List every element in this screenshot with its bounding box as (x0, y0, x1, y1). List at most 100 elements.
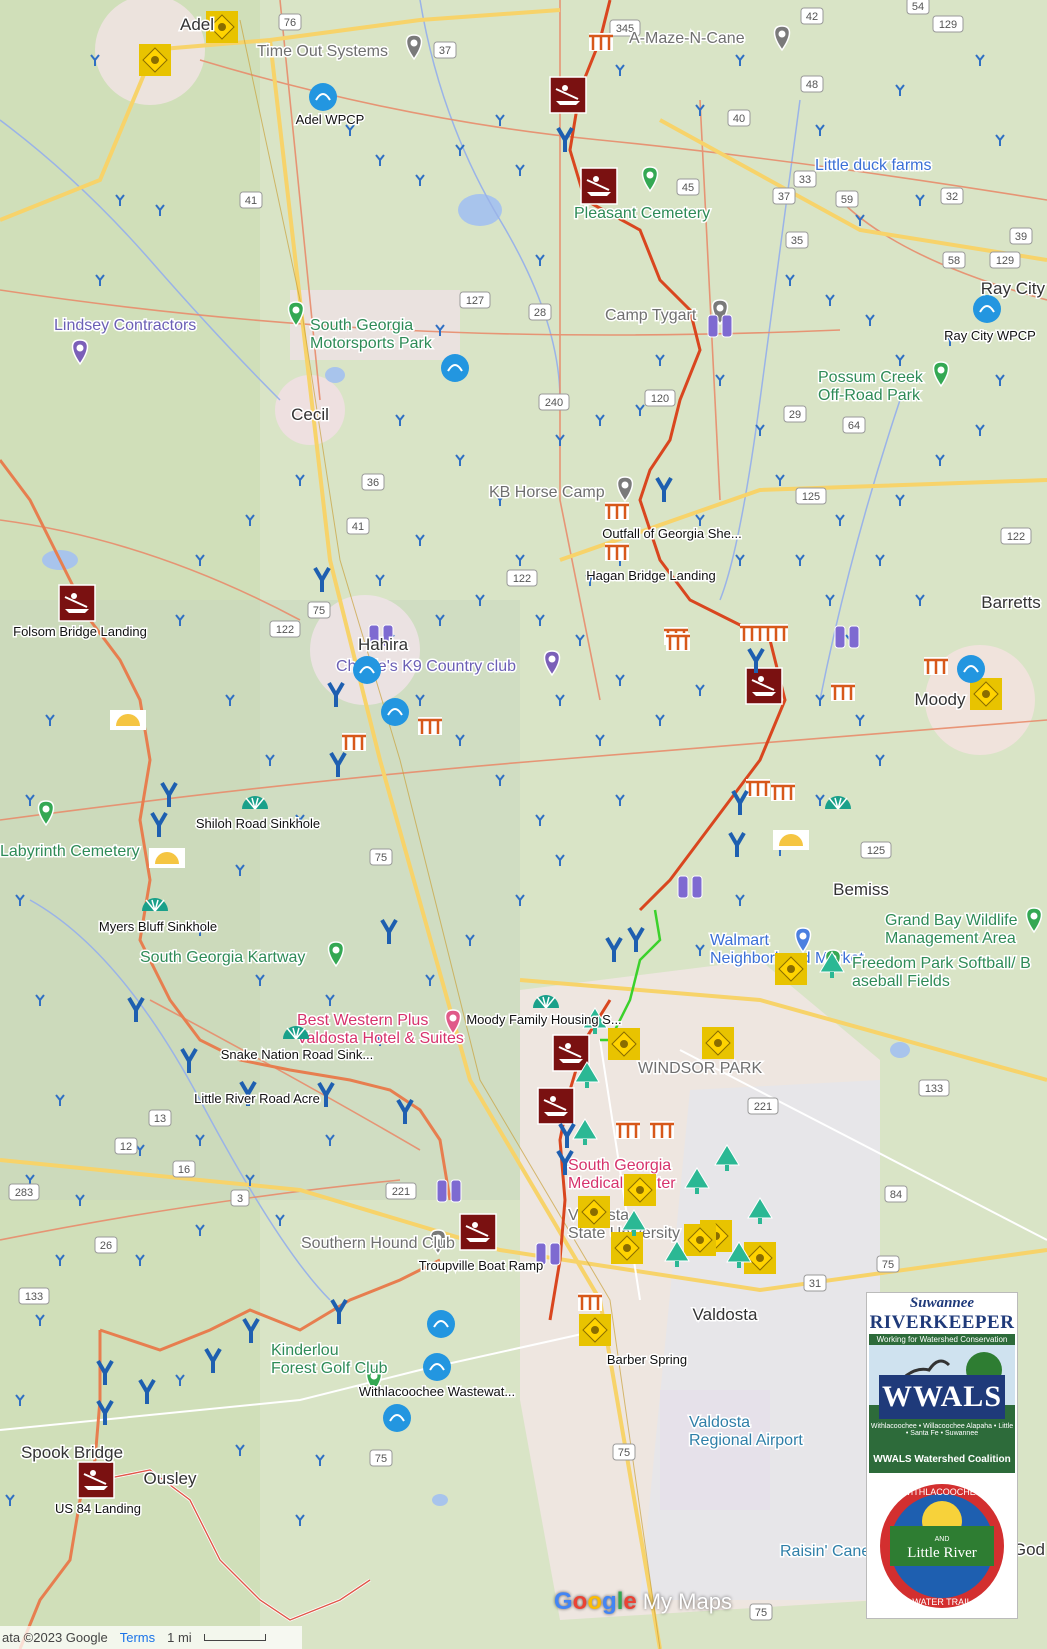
poi-label-line: Lindsey Contractors (54, 317, 196, 334)
bridge-icon[interactable] (418, 717, 442, 735)
bridge-icon[interactable] (924, 657, 948, 675)
bridge-icon[interactable] (616, 1121, 640, 1139)
route-shield-label: 36 (367, 477, 379, 489)
route-shield-label: 37 (439, 45, 451, 57)
marker-label[interactable]: Folsom Bridge Landing (12, 623, 149, 641)
town-label: Cecil (291, 405, 329, 424)
marker-label[interactable]: Troupville Boat Ramp (417, 1257, 545, 1275)
bridge-icon[interactable] (746, 779, 770, 797)
canoe-landing-icon[interactable] (537, 1087, 575, 1125)
pollution-outfall-icon[interactable] (353, 656, 381, 684)
trail-top-text: WITHLACOOCHEE (902, 1487, 982, 1497)
pollution-outfall-icon[interactable] (427, 1310, 455, 1338)
canoe-landing-icon[interactable] (580, 167, 618, 205)
pollution-outfall-icon[interactable] (973, 295, 1001, 323)
hazard-icon[interactable] (608, 1028, 640, 1060)
marker-label[interactable]: Myers Bluff Sinkhole (97, 918, 218, 936)
town-label: Bemiss (833, 880, 889, 899)
marker-label[interactable]: Snake Nation Road Sink... (219, 1046, 374, 1064)
pollution-outfall-icon[interactable] (441, 354, 469, 382)
canoe-landing-icon[interactable] (549, 76, 587, 114)
hazard-icon[interactable] (624, 1174, 656, 1206)
route-shield-label: 122 (513, 573, 531, 585)
poi-little-duck-farms[interactable]: Little duck farms (814, 156, 933, 176)
hazard-icon[interactable] (684, 1224, 716, 1256)
route-shield-label: 37 (778, 191, 790, 203)
pollution-outfall-icon[interactable] (423, 1353, 451, 1381)
route-shield-label: 84 (890, 1189, 902, 1201)
brand-my-maps: My Maps (642, 1589, 732, 1614)
route-shield-label: 26 (100, 1240, 112, 1252)
marker-label[interactable]: Adel WPCP (294, 111, 366, 129)
canoe-landing-icon[interactable] (745, 667, 783, 705)
wwals-wordmark: WWALS (879, 1375, 1005, 1419)
canoe-landing-icon[interactable] (58, 584, 96, 622)
spring-icon[interactable] (149, 848, 185, 868)
route-shield-label: 42 (806, 11, 818, 23)
pollution-outfall-icon[interactable] (381, 698, 409, 726)
marker-label[interactable]: Withlacoochee Wastewat... (357, 1383, 516, 1401)
marker-label[interactable]: Outfall of Georgia She... (601, 525, 743, 543)
poi-label: Time Out Systems (257, 43, 388, 60)
marker-label[interactable]: Shiloh Road Sinkhole (194, 815, 321, 833)
canoe-landing-icon[interactable] (459, 1213, 497, 1251)
route-shield-label: 133 (25, 1291, 43, 1303)
poi-south-georgia-medical-center[interactable]: South Georgia Medical Center (567, 1156, 678, 1194)
hazard-icon[interactable] (611, 1232, 643, 1264)
forest-area (0, 600, 520, 1200)
bridge-icon[interactable] (666, 633, 690, 651)
canoe-landing-icon[interactable] (552, 1034, 590, 1072)
poi-label-line: Raisin' Cane (780, 1543, 870, 1560)
pin-dot (42, 805, 50, 813)
route-shield-label: 125 (867, 845, 885, 857)
route-shield-label: 122 (1007, 531, 1025, 543)
pollution-outfall-icon[interactable] (957, 655, 985, 683)
bridge-icon[interactable] (342, 733, 366, 751)
marker-label[interactable]: Ray City WPCP (943, 327, 1038, 345)
route-shield-label: 13 (154, 1113, 166, 1125)
hazard-icon[interactable] (139, 44, 171, 76)
bridge-icon[interactable] (589, 33, 613, 51)
poi-label-line: Walmart (710, 932, 770, 949)
marker-label[interactable]: Barber Spring (605, 1351, 688, 1369)
route-shield-label: 32 (946, 191, 958, 203)
pollution-outfall-icon[interactable] (383, 1404, 411, 1432)
spring-icon[interactable] (110, 710, 146, 730)
route-shield-label: 41 (352, 521, 364, 533)
spring-icon[interactable] (773, 830, 809, 850)
hazard-icon[interactable] (578, 1196, 610, 1228)
poi-label-line: KB Horse Camp (489, 484, 605, 501)
bridge-icon[interactable] (605, 543, 629, 561)
town-label: Barretts (981, 593, 1041, 612)
hazard-icon[interactable] (702, 1027, 734, 1059)
bridge-icon[interactable] (605, 502, 629, 520)
hazard-icon[interactable] (775, 953, 807, 985)
poi-label: WINDSOR PARK (638, 1060, 762, 1077)
route-shield-label: 120 (651, 393, 669, 405)
hazard-icon[interactable] (579, 1314, 611, 1346)
poi-label-line: Valdosta (689, 1414, 750, 1431)
marker-label[interactable]: Moody Family Housing S... (465, 1011, 623, 1029)
bridge-icon[interactable] (764, 624, 788, 642)
pollution-outfall-icon[interactable] (309, 83, 337, 111)
route-shield-label: 75 (375, 852, 387, 864)
poi-label-line: aseball Fields (852, 973, 950, 990)
route-shield-label: 221 (392, 1186, 410, 1198)
marker-label[interactable]: Hagan Bridge Landing (585, 567, 717, 585)
bridge-icon[interactable] (578, 1293, 602, 1311)
bridge-icon[interactable] (650, 1121, 674, 1139)
bridge-icon[interactable] (771, 783, 795, 801)
pin-dot (410, 39, 418, 47)
bridge-icon[interactable] (831, 683, 855, 701)
poi-label-line: Forest Golf Club (271, 1360, 388, 1377)
canoe-landing-icon[interactable] (77, 1461, 115, 1499)
marker-label[interactable]: Little River Road Acre (193, 1090, 322, 1108)
terms-link[interactable]: Terms (120, 1630, 155, 1645)
bridge-icon[interactable] (740, 624, 764, 642)
marker-label[interactable]: US 84 Landing (53, 1500, 142, 1518)
poi-label: Little duck farms (815, 157, 931, 174)
poi-raisin-cane[interactable]: Raisin' Cane (779, 1542, 872, 1562)
hazard-icon[interactable] (970, 678, 1002, 710)
poi-windsor-park[interactable]: WINDSOR PARK (637, 1059, 764, 1079)
map-footer: ata ©2023 Google Terms 1 mi (0, 1626, 302, 1649)
